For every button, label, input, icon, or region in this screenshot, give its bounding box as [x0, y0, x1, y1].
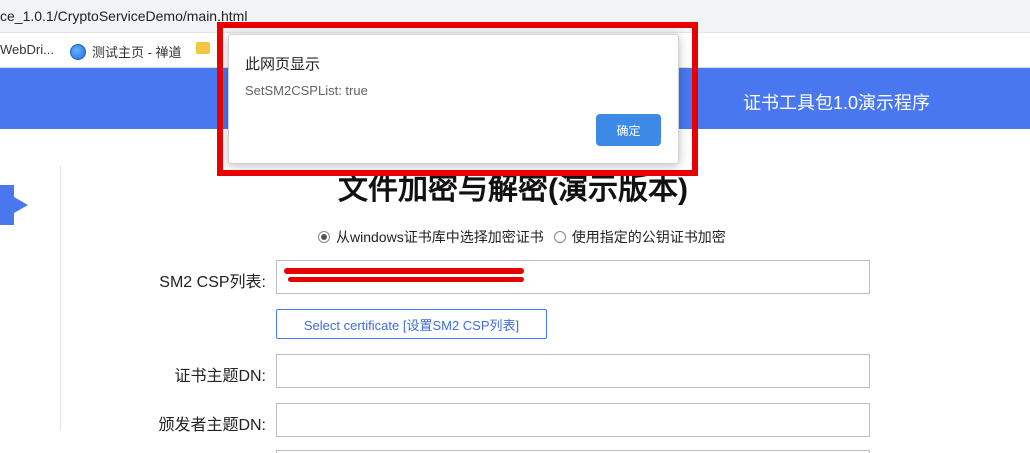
- bookmark-webdriver[interactable]: WebDri...: [0, 42, 54, 57]
- radio-public-key-cert[interactable]: [553, 231, 566, 243]
- sidebar-divider: [60, 165, 61, 430]
- bookmark-zentao[interactable]: 测试主页 - 禅道: [70, 42, 182, 61]
- issuer-dn-input[interactable]: [276, 403, 870, 437]
- sidebar-toggle-arrow-icon[interactable]: [0, 185, 28, 225]
- issuer-dn-label: 颁发者主题DN:: [158, 417, 266, 434]
- redaction-mark: [284, 268, 524, 274]
- select-certificate-button[interactable]: Select certificate [设置SM2 CSP列表]: [276, 309, 547, 339]
- globe-icon: [70, 43, 86, 60]
- bookmark-folder[interactable]: [196, 42, 210, 54]
- bookmark-label: 测试主页 - 禅道: [92, 45, 182, 60]
- radio-windows-cert-store-label[interactable]: 从windows证书库中选择加密证书: [336, 227, 544, 247]
- header-title: 证书工具包1.0演示程序: [742, 93, 930, 113]
- subject-dn-input[interactable]: [276, 354, 870, 388]
- folder-icon: [196, 42, 210, 54]
- encryption-mode-radio-group: 从windows证书库中选择加密证书 使用指定的公钥证书加密: [318, 227, 736, 247]
- red-highlight-box: [217, 22, 698, 176]
- url-text[interactable]: ce_1.0.1/CryptoServiceDemo/main.html: [0, 8, 247, 24]
- bookmark-label: WebDri...: [0, 42, 54, 57]
- csp-list-label: SM2 CSP列表:: [159, 274, 266, 291]
- radio-public-key-cert-label[interactable]: 使用指定的公钥证书加密: [572, 227, 726, 247]
- redaction-mark: [288, 277, 524, 282]
- subject-dn-label: 证书主题DN:: [174, 368, 266, 385]
- radio-windows-cert-store[interactable]: [318, 231, 330, 243]
